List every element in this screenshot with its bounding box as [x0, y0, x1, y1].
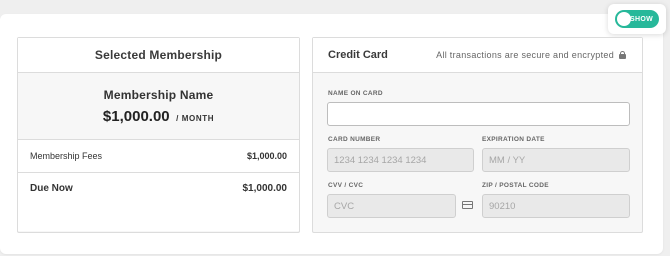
membership-summary: Membership Name $1,000.00 / MONTH [18, 73, 299, 139]
show-toggle-container: SHOW [608, 4, 666, 34]
membership-name: Membership Name [103, 88, 214, 102]
expiration-date-input[interactable] [482, 148, 630, 172]
membership-price-line: $1,000.00 / MONTH [18, 108, 299, 126]
zip-code-input[interactable] [482, 194, 630, 218]
name-on-card-label: NAME ON CARD [328, 90, 383, 97]
membership-fees-row: Membership Fees $1,000.00 [18, 139, 299, 172]
cvv-label: CVV / CVC [328, 182, 364, 189]
lock-icon [619, 51, 626, 59]
credit-card-icon [462, 201, 473, 209]
due-now-value: $1,000.00 [242, 183, 288, 194]
membership-header: Selected Membership [18, 38, 299, 73]
due-now-row: Due Now $1,000.00 [18, 172, 299, 202]
membership-fees-value: $1,000.00 [246, 151, 287, 161]
membership-price: $1,000.00 [102, 108, 170, 125]
card-number-input[interactable] [327, 148, 474, 172]
zip-code-label: ZIP / POSTAL CODE [482, 182, 549, 189]
credit-card-header: Credit Card All transactions are secure … [313, 38, 642, 73]
selected-membership-card: Selected Membership Membership Name $1,0… [17, 37, 300, 233]
show-toggle[interactable]: SHOW [615, 10, 659, 28]
credit-card-title: Credit Card [328, 49, 388, 61]
credit-card-form: Credit Card All transactions are secure … [312, 37, 643, 233]
name-on-card-input[interactable] [327, 102, 630, 126]
membership-period: / MONTH [176, 114, 215, 123]
expiration-date-label: EXPIRATION DATE [482, 136, 545, 143]
card-number-label: CARD NUMBER [328, 136, 381, 143]
membership-fees-label: Membership Fees [30, 151, 103, 161]
membership-card-footer [18, 202, 299, 231]
cvv-input[interactable] [327, 194, 456, 218]
toggle-knob [617, 12, 631, 26]
secure-note-text: All transactions are secure and encrypte… [436, 50, 614, 60]
secure-note: All transactions are secure and encrypte… [436, 50, 626, 60]
due-now-label: Due Now [30, 183, 73, 194]
toggle-label: SHOW [630, 15, 653, 23]
